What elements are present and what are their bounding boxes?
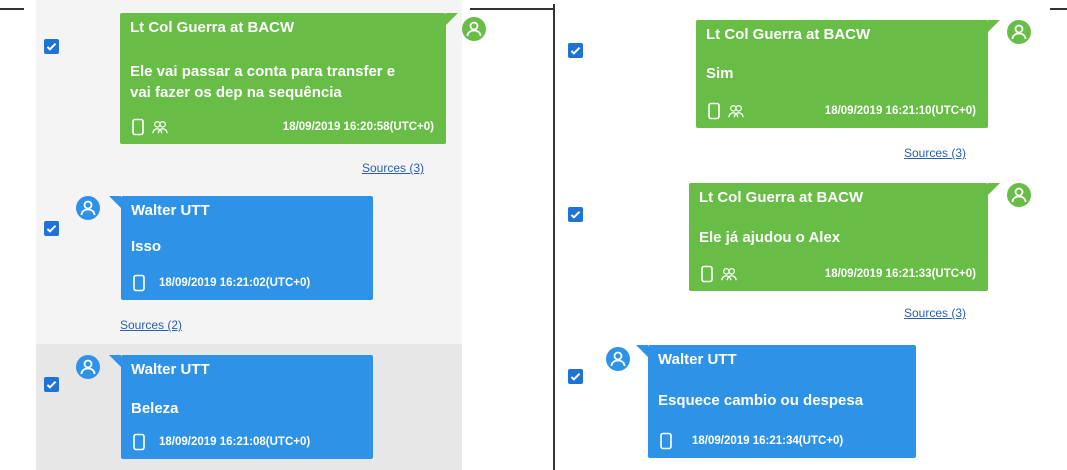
message-bubble-incoming[interactable]: Walter UTT Esquece cambio ou despesa 18/… [636,345,916,458]
message-line: vai fazer os dep na sequência [130,84,342,101]
checkmark-icon [570,210,581,219]
avatar [1007,20,1031,44]
message-timestamp: 18/09/2019 16:21:10(UTC+0) [824,105,976,117]
message-bubble-outgoing[interactable]: Lt Col Guerra at BACW Sim 18/09/2019 16:… [696,20,1000,128]
message-bubble-outgoing[interactable]: Lt Col Guerra at BACW Ele já ajudou o Al… [689,183,1000,291]
checkmark-icon [46,380,57,389]
message-meta: 18/09/2019 16:21:33(UTC+0) [699,265,976,283]
message-meta: 18/09/2019 16:21:08(UTC+0) [131,433,361,451]
group-icon [721,268,737,281]
message-text: Ele vai passar a conta para transfer e v… [130,61,395,103]
message-line: Ele vai passar a conta para transfer e [130,63,396,80]
message-text: Isso [131,236,161,257]
message-bubble-outgoing[interactable]: Lt Col Guerra at BACW Ele vai passar a c… [120,13,458,144]
message-sender: Lt Col Guerra at BACW [699,189,864,206]
top-rule-left [0,8,24,10]
phone-icon [133,274,145,292]
message-sender: Walter UTT [131,202,210,219]
phone-icon [660,432,672,450]
message-bubble-incoming[interactable]: Walter UTT Beleza 18/09/2019 16:21:08(UT… [109,355,373,459]
message-timestamp: 18/09/2019 16:21:33(UTC+0) [824,268,976,280]
top-rule-middle [470,8,554,10]
person-icon [1011,187,1027,203]
message-meta: 18/09/2019 16:21:02(UTC+0) [131,274,361,292]
message-meta: 18/09/2019 16:21:10(UTC+0) [706,102,976,120]
bubble-tail [988,20,1000,32]
checkmark-icon [570,372,581,381]
message-checkbox[interactable] [568,207,583,222]
group-icon [152,121,168,134]
message-line: Isso [131,238,162,255]
message-timestamp: 18/09/2019 16:20:58(UTC+0) [282,121,434,133]
message-text: Beleza [131,398,179,419]
phone-icon [708,102,720,120]
bubble-tail [109,196,121,208]
message-meta: 18/09/2019 16:20:58(UTC+0) [130,118,434,136]
avatar [76,196,100,220]
avatar [462,17,486,41]
message-checkbox[interactable] [44,221,59,236]
message-bubble-incoming[interactable]: Walter UTT Isso 18/09/2019 16:21:02(UTC+… [109,196,373,300]
message-sender: Lt Col Guerra at BACW [130,19,295,36]
sources-link[interactable]: Sources (3) [904,306,966,320]
sources-link[interactable]: Sources (2) [120,318,182,332]
message-line: Beleza [131,400,179,417]
message-sender: Walter UTT [658,351,737,368]
message-sender: Lt Col Guerra at BACW [706,26,871,43]
person-icon [1011,24,1027,40]
chat-panel-left: Lt Col Guerra at BACW Ele vai passar a c… [36,0,462,470]
message-checkbox[interactable] [568,369,583,384]
bubble-tail [636,345,648,357]
message-text: Ele já ajudou o Alex [699,227,840,248]
panel-separator [553,4,555,470]
bubble-tail [109,355,121,367]
message-meta: 18/09/2019 16:21:34(UTC+0) [658,432,904,450]
message-checkbox[interactable] [44,377,59,392]
message-sender: Walter UTT [131,361,210,378]
avatar [1007,183,1031,207]
bubble-tail [446,13,458,25]
message-checkbox[interactable] [44,39,59,54]
message-line: Sim [706,65,734,82]
person-icon [610,351,626,367]
avatar [76,355,100,379]
sources-link[interactable]: Sources (3) [362,161,424,175]
message-checkbox[interactable] [568,43,583,58]
checkmark-icon [46,224,57,233]
message-text: Esquece cambio ou despesa [658,390,863,411]
message-timestamp: 18/09/2019 16:21:08(UTC+0) [159,436,311,448]
group-icon [728,105,744,118]
person-icon [466,21,482,37]
sources-link[interactable]: Sources (3) [904,146,966,160]
top-rule-right [1050,8,1067,10]
checkmark-icon [570,46,581,55]
person-icon [80,359,96,375]
chat-panel-right: Lt Col Guerra at BACW Sim 18/09/2019 16:… [556,0,1033,470]
avatar [606,347,630,371]
message-line: Ele já ajudou o Alex [699,229,841,246]
phone-icon [133,433,145,451]
checkmark-icon [46,42,57,51]
message-line: Esquece cambio ou despesa [658,392,864,409]
bubble-tail [988,183,1000,195]
phone-icon [701,265,713,283]
message-text: Sim [706,63,734,84]
phone-icon [132,118,144,136]
person-icon [80,200,96,216]
message-timestamp: 18/09/2019 16:21:02(UTC+0) [159,277,311,289]
message-timestamp: 18/09/2019 16:21:34(UTC+0) [692,435,844,447]
